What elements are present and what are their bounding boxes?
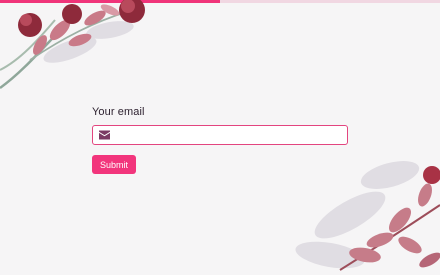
submit-button[interactable]: Submit bbox=[92, 155, 137, 174]
flower-decoration-top-left bbox=[0, 0, 145, 90]
email-label: Your email bbox=[92, 106, 145, 118]
flower-decoration-bottom-right bbox=[295, 161, 440, 271]
envelope-icon bbox=[99, 130, 110, 140]
